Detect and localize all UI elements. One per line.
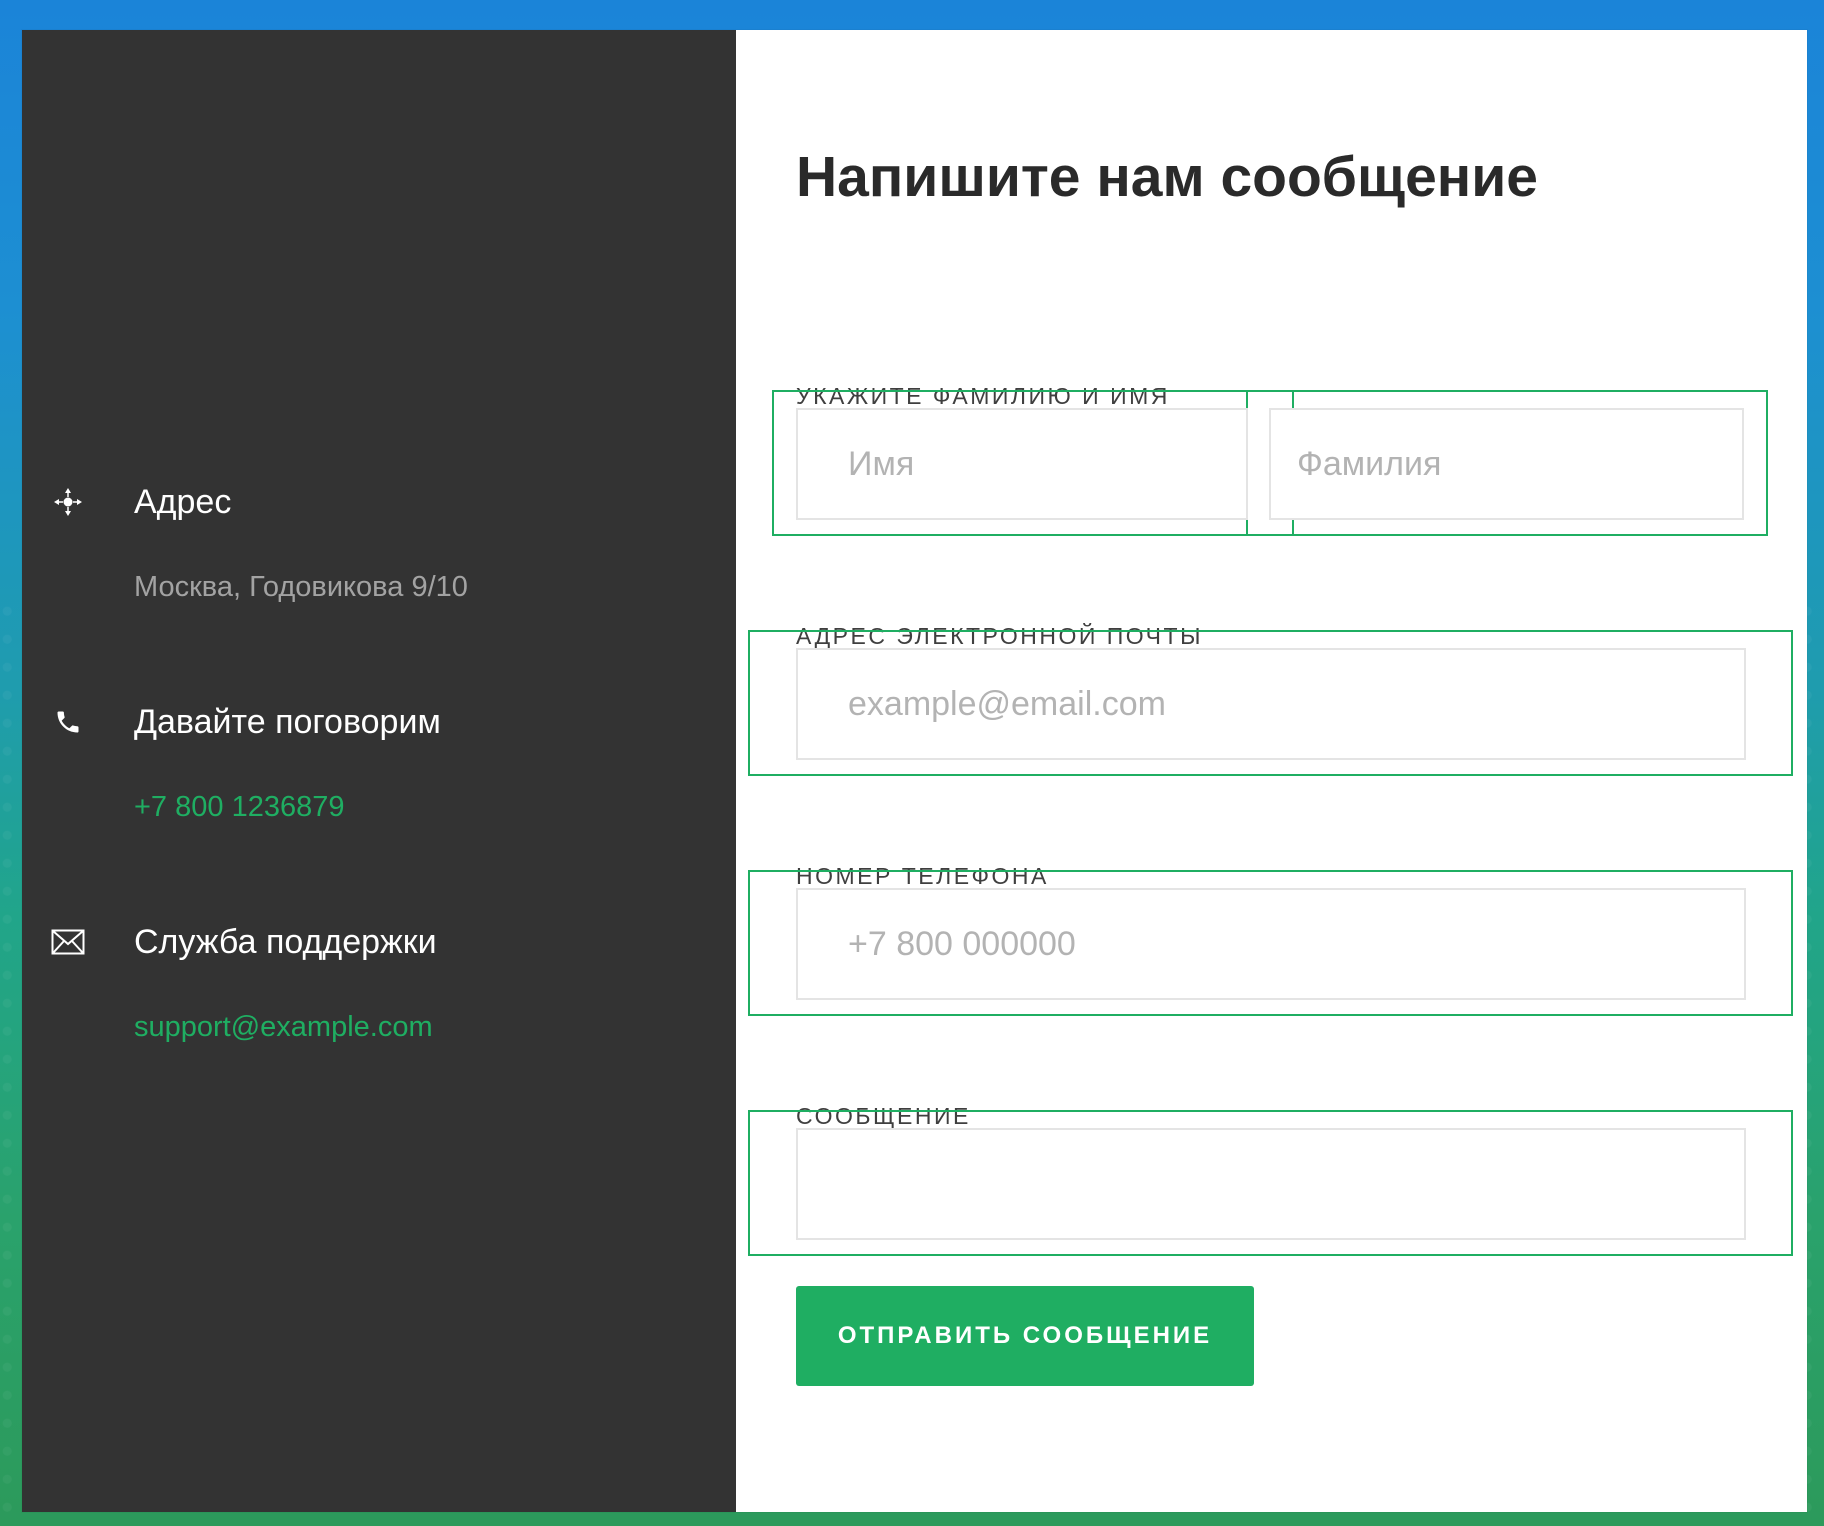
send-message-button[interactable]: ОТПРАВИТЬ СООБЩЕНИЕ xyxy=(796,1286,1254,1386)
phone-input[interactable] xyxy=(796,888,1746,1000)
address-value: Москва, Годовикова 9/10 xyxy=(134,571,468,603)
location-icon xyxy=(50,484,86,520)
phone-icon xyxy=(50,704,86,740)
email-input[interactable] xyxy=(796,648,1746,760)
address-title: Адрес xyxy=(134,483,232,521)
phone-value[interactable]: +7 800 1236879 xyxy=(134,790,344,824)
contact-card: Адрес Москва, Годовикова 9/10 Давайте по… xyxy=(22,30,1807,1512)
phone-title: Давайте поговорим xyxy=(134,703,441,741)
envelope-icon xyxy=(50,924,86,960)
first-name-input[interactable] xyxy=(796,408,1248,520)
contact-sidebar: Адрес Москва, Годовикова 9/10 Давайте по… xyxy=(22,30,736,1512)
form-title: Напишите нам сообщение xyxy=(796,145,1538,209)
message-textarea[interactable] xyxy=(796,1128,1746,1240)
last-name-input[interactable] xyxy=(1269,408,1744,520)
support-title: Служба поддержки xyxy=(134,923,437,961)
contact-form-panel: Напишите нам сообщение УКАЖИТЕ ФАМИЛИЮ И… xyxy=(736,30,1807,1512)
support-value[interactable]: support@example.com xyxy=(134,1010,433,1044)
